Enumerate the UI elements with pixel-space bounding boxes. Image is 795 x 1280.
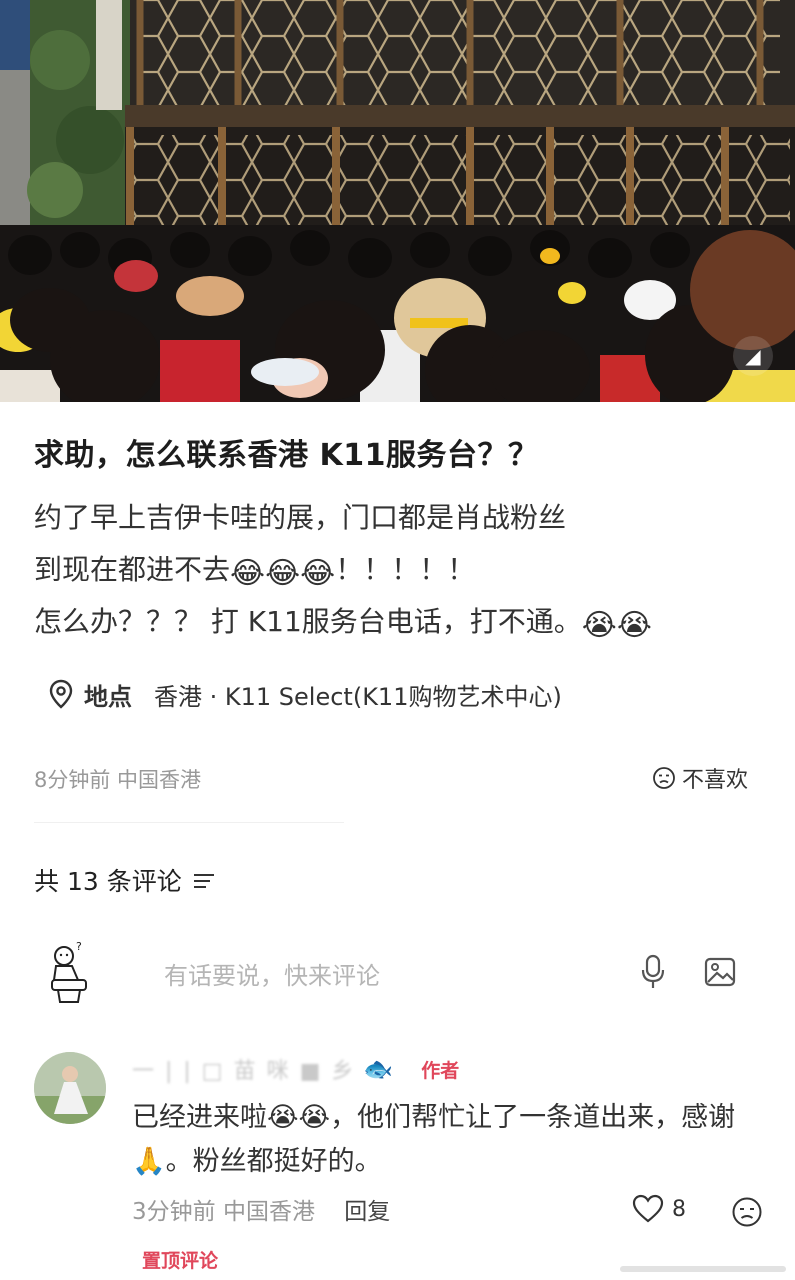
- post-body: 约了早上吉伊卡哇的展，门口都是肖战粉丝 到现在都进不去😂😂😂！！！！！ 怎么办？…: [34, 492, 774, 648]
- post-body-line: 到现在都进不去😂😂😂！！！！！: [34, 544, 774, 596]
- post-time-place: 8分钟前 中国香港: [34, 768, 202, 792]
- crowd-photo-illustration: [0, 0, 795, 402]
- crying-emoji: 😭😭: [581, 608, 652, 643]
- sort-filter-icon[interactable]: [192, 870, 216, 890]
- comment-text: 已经进来啦😭😭，他们帮忙让了一条道出来，感谢🙏。粉丝都挺好的。: [132, 1102, 736, 1177]
- svg-text:?: ?: [76, 940, 82, 953]
- post-title: 求助，怎么联系香港 K11服务台？？: [34, 438, 539, 473]
- comment-dislike-icon[interactable]: [731, 1196, 763, 1228]
- post-body-line: 怎么办？？？ 打 K11服务台电话，打不通。😭😭: [34, 596, 774, 648]
- comment-meta: 3分钟前 中国香港 回复: [132, 1192, 390, 1226]
- comment-input-bar: ? 有话要说，快来评论: [44, 940, 764, 1010]
- comment-header: 一 | | □ 苗 咪 ■ 乡 🐟 作者: [132, 1054, 459, 1084]
- location-pin-icon: [49, 679, 73, 709]
- like-count: 8: [672, 1196, 686, 1222]
- author-tag: 作者: [421, 1059, 460, 1082]
- like-button[interactable]: 8: [632, 1194, 686, 1224]
- pinned-label: 置顶评论: [142, 1250, 219, 1272]
- video-badge-icon[interactable]: ◢: [733, 336, 773, 376]
- post-photo[interactable]: ◢: [0, 0, 795, 402]
- post-body-exclaim: ！！！！！: [335, 553, 476, 586]
- divider: [34, 822, 344, 823]
- dislike-label: 不喜欢: [681, 768, 748, 793]
- microphone-icon[interactable]: [640, 954, 666, 990]
- post-body-line: 约了早上吉伊卡哇的展，门口都是肖战粉丝: [34, 501, 567, 534]
- sticker-icon[interactable]: ?: [44, 940, 94, 1006]
- comment-input[interactable]: 有话要说，快来评论: [164, 956, 380, 991]
- laughing-emoji: 😂😂😂: [230, 556, 336, 591]
- image-icon[interactable]: [704, 956, 736, 988]
- reply-button[interactable]: 回复: [344, 1199, 390, 1225]
- comment-count: 共 13 条评论: [34, 867, 182, 896]
- home-indicator: [620, 1266, 786, 1272]
- post-body-text: 到现在都进不去: [34, 553, 231, 586]
- avatar-image: [34, 1052, 106, 1124]
- post-body-text: 怎么办？？？ 打 K11服务台电话，打不通。: [34, 605, 582, 638]
- fish-badge-icon: 🐟: [363, 1055, 394, 1083]
- comment-username[interactable]: 一 | | □ 苗 咪 ■ 乡: [132, 1053, 355, 1085]
- comment-count-header: 共 13 条评论: [34, 862, 216, 898]
- heart-icon: [632, 1194, 664, 1223]
- dislike-face-icon: [653, 767, 675, 789]
- comment-place: 中国香港: [222, 1199, 315, 1225]
- location-tag[interactable]: 地点 香港 · K11 Select(K11购物艺术中心): [48, 672, 562, 716]
- location-label: 地点: [84, 682, 132, 711]
- dislike-button[interactable]: 不喜欢: [652, 762, 748, 794]
- comment-time: 3分钟前: [132, 1199, 216, 1225]
- avatar[interactable]: [34, 1052, 106, 1124]
- location-value: 香港 · K11 Select(K11购物艺术中心): [154, 682, 562, 711]
- post-meta: 8分钟前 中国香港 不喜欢: [34, 762, 754, 796]
